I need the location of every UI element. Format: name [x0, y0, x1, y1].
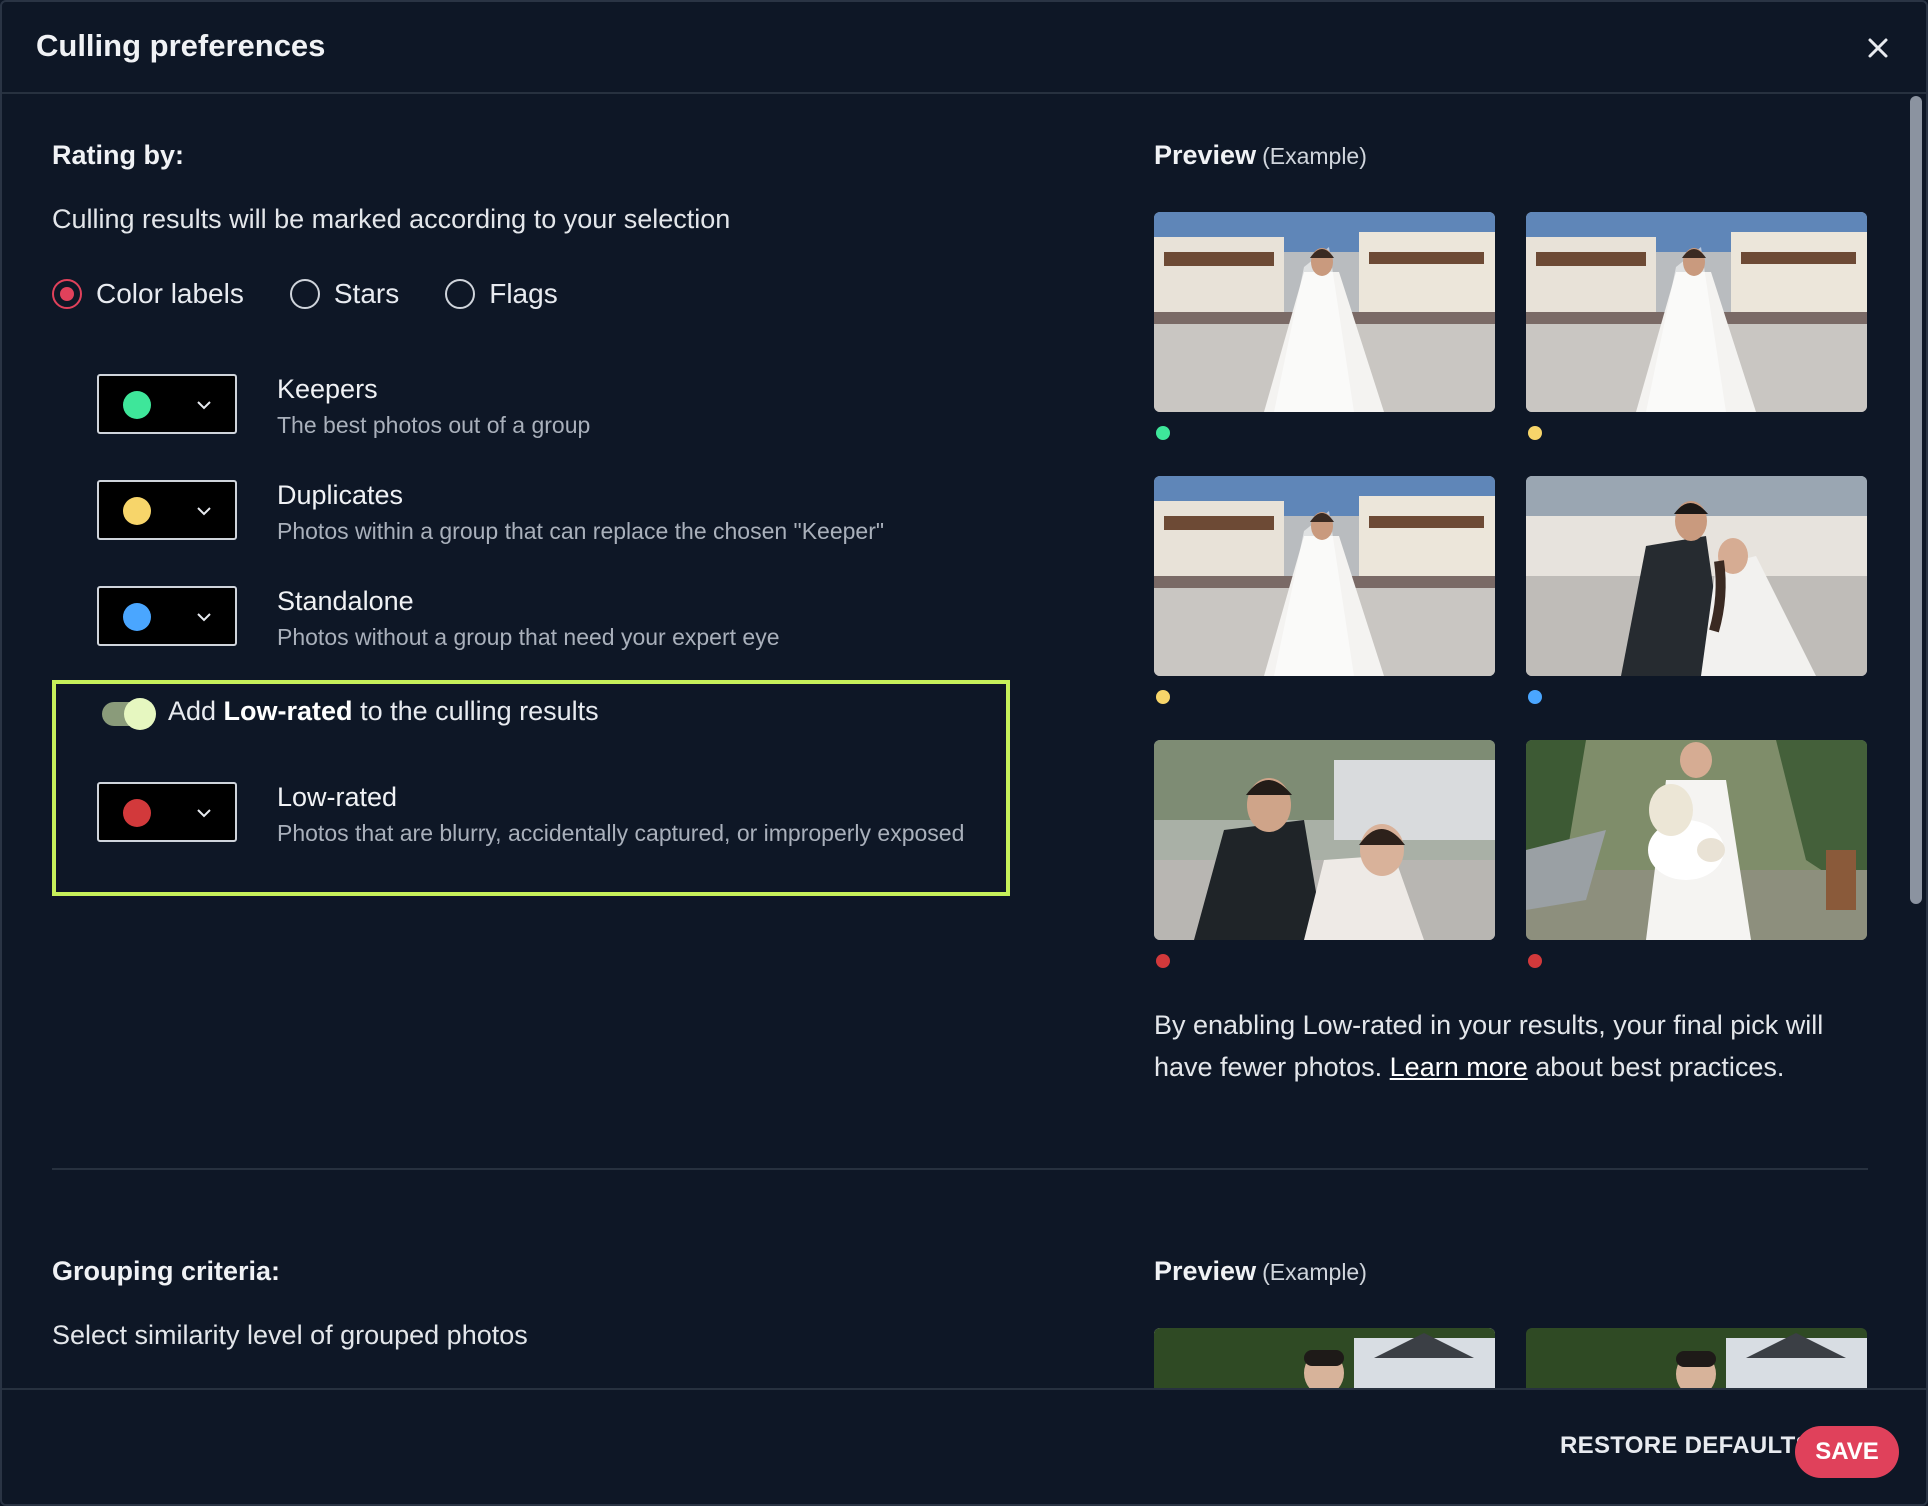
lowrated-info-text: By enabling Low-rated in your results, y…: [1154, 1004, 1874, 1088]
rating-subtitle: Culling results will be marked according…: [52, 204, 731, 234]
color-label-dot: [1156, 690, 1170, 704]
photo-image: [1154, 212, 1495, 412]
color-label-dot: [1156, 426, 1170, 440]
radio-label: Flags: [489, 278, 558, 309]
preview-example-text: (Example): [1262, 1259, 1367, 1285]
rating-radio-group: Color labels Stars Flags: [52, 278, 604, 310]
duplicates-color-dropdown[interactable]: [97, 480, 237, 540]
blue-color-swatch: [123, 603, 151, 631]
lowrated-toggle-label: Add Low-rated to the culling results: [168, 696, 599, 727]
label-title: Duplicates: [277, 480, 404, 510]
radio-label: Color labels: [96, 278, 244, 309]
color-label-dot: [1528, 426, 1542, 440]
preview-example-text: (Example): [1262, 143, 1367, 169]
radio-unchecked-icon: [445, 279, 476, 309]
photo-image: [1154, 1328, 1495, 1388]
label-description: Photos that are blurry, accidentally cap…: [277, 820, 965, 846]
chevron-down-icon: [197, 613, 211, 622]
photo-image: [1526, 740, 1867, 940]
grouping-heading: Grouping criteria:: [52, 1256, 281, 1286]
standalone-color-dropdown[interactable]: [97, 586, 237, 646]
grouping-preview-heading: Preview (Example): [1154, 1256, 1367, 1287]
preview-photo-couple-blurry: [1154, 740, 1495, 940]
label-description: Photos without a group that need your ex…: [277, 624, 780, 650]
preview-photo-bride-street: [1154, 212, 1495, 412]
photo-image: [1154, 476, 1495, 676]
radio-stars[interactable]: Stars: [289, 278, 400, 310]
preview-photo-couple-kiss: [1526, 476, 1867, 676]
radio-label: Stars: [333, 278, 400, 309]
close-icon: [1868, 38, 1888, 58]
preview-heading: Preview (Example): [1154, 140, 1367, 171]
learn-more-link[interactable]: Learn more: [1390, 1052, 1528, 1082]
section-divider: [52, 1168, 1868, 1170]
chevron-down-icon: [197, 809, 211, 818]
preview-photo-bride-bouquet: [1526, 740, 1867, 940]
label-title: Standalone: [277, 586, 414, 616]
radio-flags[interactable]: Flags: [445, 278, 558, 310]
green-color-swatch: [123, 391, 151, 419]
color-label-dot: [1156, 954, 1170, 968]
lowrated-toggle[interactable]: [102, 698, 156, 730]
toggle-label-bold: Low-rated: [223, 696, 353, 726]
scrollbar-thumb[interactable]: [1910, 96, 1922, 904]
label-description: The best photos out of a group: [277, 412, 591, 438]
rating-heading: Rating by:: [52, 140, 184, 170]
toggle-label-suffix: to the culling results: [352, 696, 599, 726]
radio-checked-icon: [52, 279, 82, 309]
yellow-color-swatch: [123, 497, 151, 525]
photo-image: [1526, 212, 1867, 412]
radio-unchecked-icon: [289, 279, 320, 309]
preview-heading-text: Preview: [1154, 1256, 1257, 1286]
toggle-label-prefix: Add: [168, 696, 224, 726]
radio-color-labels[interactable]: Color labels: [52, 278, 244, 310]
content-scrollbar[interactable]: [1906, 96, 1926, 1388]
lowrated-color-dropdown[interactable]: [97, 782, 237, 842]
save-button[interactable]: SAVE: [1795, 1426, 1899, 1478]
dialog-header: Culling preferences: [2, 2, 1926, 94]
label-description: Photos within a group that can replace t…: [277, 518, 885, 544]
grouping-subtitle: Select similarity level of grouped photo…: [52, 1320, 528, 1350]
photo-image: [1526, 1328, 1867, 1388]
chevron-down-icon: [197, 401, 211, 410]
preview-photo-bride-street: [1526, 212, 1867, 412]
red-color-swatch: [123, 799, 151, 827]
dialog-content: Rating by: Culling results will be marke…: [2, 96, 1910, 1388]
lowrated-highlight-box: Add Low-rated to the culling results Low…: [52, 680, 1010, 896]
toggle-knob: [124, 698, 156, 730]
grouping-preview-photo: [1526, 1328, 1867, 1388]
dialog-title: Culling preferences: [36, 28, 326, 63]
preview-photo-bride-street: [1154, 476, 1495, 676]
info-text-after: about best practices.: [1527, 1052, 1785, 1082]
grouping-preview-photo: [1154, 1328, 1495, 1388]
chevron-down-icon: [197, 507, 211, 516]
color-label-dot: [1528, 954, 1542, 968]
close-button[interactable]: [1858, 28, 1898, 68]
label-title: Keepers: [277, 374, 378, 404]
color-label-dot: [1528, 690, 1542, 704]
preview-heading-text: Preview: [1154, 140, 1257, 170]
photo-image: [1154, 740, 1495, 940]
keepers-color-dropdown[interactable]: [97, 374, 237, 434]
restore-defaults-button[interactable]: RESTORE DEFAULTS: [1560, 1432, 1812, 1460]
dialog-footer: RESTORE DEFAULTS SAVE: [2, 1388, 1926, 1504]
culling-preferences-dialog: Culling preferences Rating by: Culling r…: [0, 0, 1928, 1506]
label-title: Low-rated: [277, 782, 398, 812]
photo-image: [1526, 476, 1867, 676]
